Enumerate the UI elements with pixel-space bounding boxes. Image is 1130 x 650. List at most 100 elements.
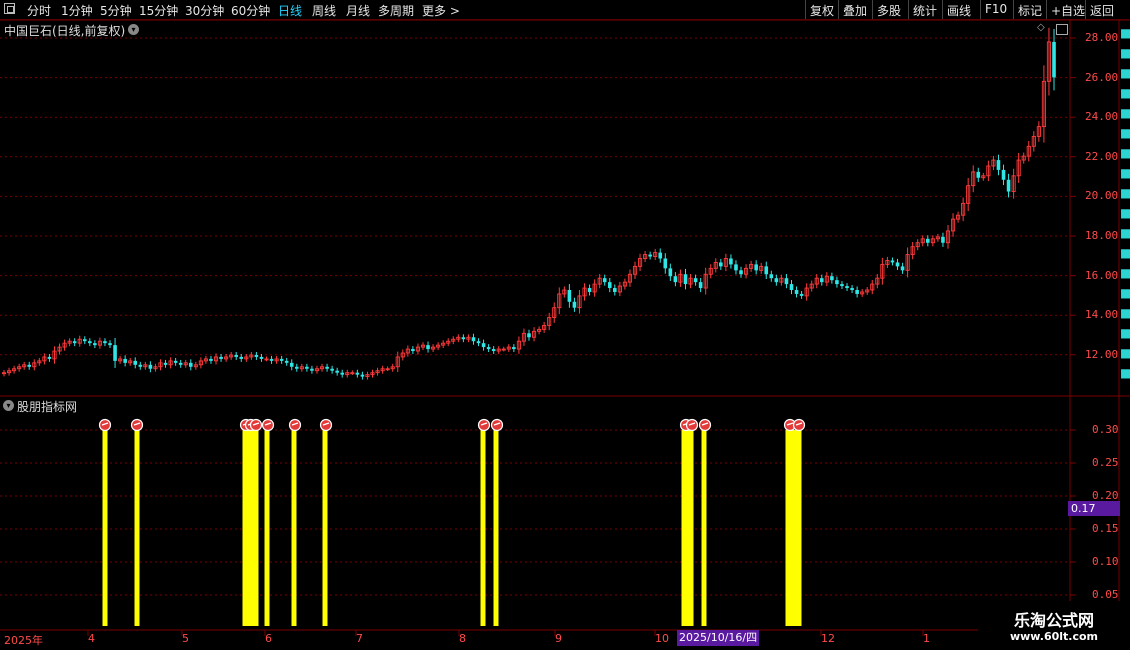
- side-panel-glyph: ■: [1120, 286, 1130, 300]
- candle-body: [1006, 179, 1011, 192]
- side-panel-glyph: ■: [1120, 126, 1130, 140]
- candle-body: [27, 364, 32, 367]
- side-panel-glyph: ■: [1120, 226, 1130, 240]
- candle-body: [719, 262, 723, 267]
- candle-body: [72, 341, 77, 344]
- signal-ball-icon: [490, 418, 504, 432]
- candle-body: [113, 345, 117, 361]
- price-tick-label: 14.00: [1085, 308, 1119, 322]
- candle-body: [698, 282, 703, 289]
- candle-body: [784, 278, 789, 285]
- side-panel-glyph: ■: [1120, 186, 1130, 200]
- time-tick-label: 9: [555, 632, 562, 645]
- candle-body: [133, 360, 138, 365]
- side-panel-glyph: ■: [1120, 46, 1130, 60]
- candle-body: [289, 362, 294, 367]
- candle-body: [890, 260, 895, 263]
- indicator-tick-label: 0.10: [1092, 555, 1119, 568]
- candle-body: [93, 343, 97, 346]
- indicator-tick-label: 0.30: [1092, 423, 1119, 436]
- candle-body: [123, 358, 127, 363]
- side-panel-glyph: ■: [1120, 166, 1130, 180]
- candle-body: [693, 278, 698, 283]
- candle-body: [835, 280, 839, 285]
- candle-body: [1001, 169, 1006, 180]
- kline-chart[interactable]: [0, 0, 1130, 650]
- indicator-tick-label: 0.25: [1092, 456, 1119, 469]
- candle-body: [279, 358, 284, 361]
- candle-body: [259, 356, 264, 359]
- signal-ball-icon: [288, 418, 302, 432]
- price-tick-label: 22.00: [1085, 149, 1119, 163]
- signal-bar: [264, 430, 270, 626]
- watermark-url: www.60lt.com: [1009, 630, 1099, 643]
- watermark: 乐淘公式网 www.60lt.com: [978, 601, 1130, 650]
- price-tick-label: 24.00: [1085, 110, 1119, 124]
- candle-body: [355, 372, 360, 375]
- candle-body: [673, 276, 678, 283]
- candle-body: [310, 368, 314, 371]
- time-tick-label: 12: [821, 632, 835, 645]
- signal-ball-icon: [98, 418, 112, 432]
- price-tick-label: 20.00: [1085, 189, 1119, 203]
- candle-body: [996, 160, 1001, 170]
- candle-body: [572, 301, 577, 308]
- candle-body: [769, 274, 774, 279]
- candle-body: [269, 358, 274, 361]
- candle-body: [794, 290, 799, 294]
- candle-body: [325, 366, 329, 369]
- signal-bar: [322, 430, 328, 626]
- price-tick-label: 12.00: [1085, 347, 1119, 361]
- side-panel-glyph: ■: [1120, 266, 1130, 280]
- signal-ball-icon: [685, 418, 699, 432]
- indicator-tick-label: 0.05: [1092, 588, 1119, 601]
- candle-body: [819, 278, 824, 283]
- time-tick-label: 6: [265, 632, 272, 645]
- candle-body: [764, 266, 769, 275]
- candle-body: [925, 238, 930, 243]
- candle-body: [512, 347, 516, 350]
- candle-body: [476, 341, 481, 344]
- price-tick-label: 16.00: [1085, 268, 1119, 282]
- signal-bar: [688, 430, 694, 626]
- signal-ball-icon: [261, 418, 275, 432]
- candle-body: [148, 364, 153, 369]
- candle-body: [789, 284, 794, 290]
- time-tick-label: 10: [655, 632, 669, 645]
- candle-body: [607, 282, 612, 289]
- time-tick-label: 7: [356, 632, 363, 645]
- chevron-down-icon[interactable]: ▾: [3, 400, 14, 411]
- signal-ball-icon: [130, 418, 144, 432]
- signal-bar: [480, 430, 486, 626]
- side-panel-glyph: ■: [1120, 306, 1130, 320]
- side-panel-glyph: ■: [1120, 326, 1130, 340]
- time-tick-label: 8: [459, 632, 466, 645]
- side-panel-glyph: ■: [1120, 146, 1130, 160]
- side-panel-glyph: ■: [1120, 106, 1130, 120]
- cursor-date-badge: 2025/10/16/四: [677, 630, 760, 646]
- price-tick-label: 26.00: [1085, 70, 1119, 84]
- candle-body: [481, 343, 486, 348]
- candle-body: [335, 370, 339, 373]
- candle-body: [88, 341, 92, 344]
- candle-body: [461, 337, 466, 340]
- candle-body: [774, 278, 779, 283]
- watermark-title: 乐淘公式网: [1013, 611, 1094, 630]
- candle-body: [411, 349, 415, 352]
- candle-body: [360, 374, 365, 377]
- candle-body: [138, 364, 143, 367]
- candle-body: [188, 362, 193, 367]
- side-panel-glyph: ■: [1120, 206, 1130, 220]
- candle-body: [587, 288, 592, 292]
- signal-bar: [102, 430, 108, 626]
- candle-body: [855, 290, 859, 294]
- candle-body: [668, 268, 673, 277]
- signal-bar: [253, 430, 259, 626]
- price-tick-label: 28.00: [1085, 31, 1119, 44]
- candle-body: [527, 333, 531, 338]
- signal-bar: [701, 430, 707, 626]
- candle-body: [178, 362, 183, 365]
- candle-body: [340, 372, 345, 375]
- candle-body: [941, 236, 945, 243]
- candle-body: [976, 171, 981, 178]
